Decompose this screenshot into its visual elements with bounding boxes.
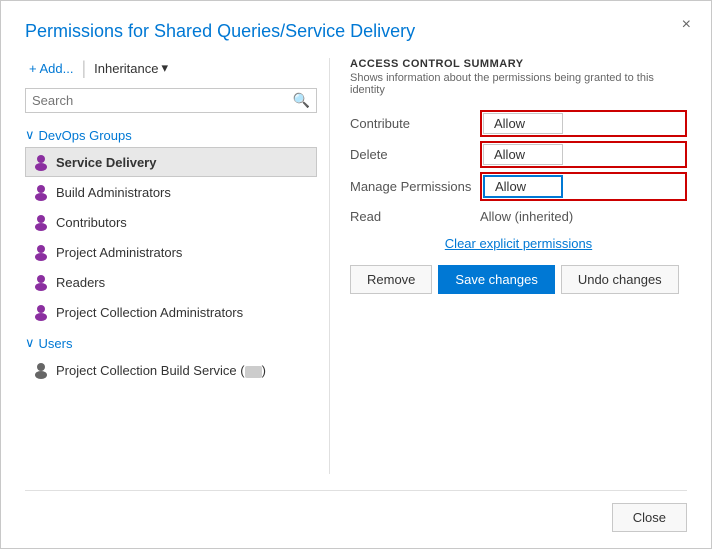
devops-groups-header[interactable]: ∨ DevOps Groups (25, 123, 317, 147)
avatar-icon (32, 243, 50, 261)
users-label: Users (39, 336, 73, 351)
perm-label-manage: Manage Permissions (350, 175, 480, 198)
dialog-footer: Close (25, 490, 687, 532)
remove-button[interactable]: Remove (350, 265, 432, 294)
avatar-icon (32, 153, 50, 171)
users-list: Project Collection Build Service (···) (25, 355, 317, 385)
save-button[interactable]: Save changes (438, 265, 554, 294)
inheritance-label: Inheritance (94, 61, 158, 76)
search-box: 🔍 (25, 88, 317, 113)
clear-permissions-button[interactable]: Clear explicit permissions (350, 236, 687, 251)
group-item-service-delivery[interactable]: Service Delivery (25, 147, 317, 177)
avatar-icon (32, 183, 50, 201)
group-item-label: Contributors (56, 215, 127, 230)
delete-allow-box[interactable]: Allow (483, 144, 563, 165)
users-header[interactable]: ∨ Users (25, 331, 317, 355)
group-item-label: Project Administrators (56, 245, 182, 260)
acs-subtitle: Shows information about the permissions … (350, 72, 687, 96)
avatar-icon (32, 303, 50, 321)
perm-label-contribute: Contribute (350, 112, 480, 135)
user-item-label: Project Collection Build Service (···) (56, 363, 266, 378)
add-button[interactable]: + Add... (25, 59, 77, 78)
devops-groups-label: DevOps Groups (39, 128, 132, 143)
search-input[interactable] (32, 93, 293, 108)
permissions-grid: Contribute Allow Delete Allow Manage Per… (350, 110, 687, 228)
group-item-label: Project Collection Administrators (56, 305, 243, 320)
groups-list: Service Delivery Build Administrators Co… (25, 147, 317, 327)
read-inherited-value: Allow (inherited) (480, 209, 687, 224)
inheritance-button[interactable]: Inheritance ▾ (90, 58, 172, 78)
users-chevron-icon: ∨ (25, 335, 35, 351)
toolbar-separator: | (81, 59, 86, 77)
perm-label-read: Read (350, 205, 480, 228)
group-item-build-administrators[interactable]: Build Administrators (25, 177, 317, 207)
inheritance-chevron-icon: ▾ (161, 60, 168, 76)
perm-label-delete: Delete (350, 143, 480, 166)
group-item-project-administrators[interactable]: Project Administrators (25, 237, 317, 267)
acs-title: ACCESS CONTROL SUMMARY (350, 58, 687, 70)
devops-chevron-icon: ∨ (25, 127, 35, 143)
left-panel: + Add... | Inheritance ▾ 🔍 ∨ DevOps Grou… (25, 58, 330, 474)
group-item-label: Service Delivery (56, 155, 156, 170)
manage-allow-box[interactable]: Allow (483, 175, 563, 198)
manage-value-container: Allow (480, 172, 687, 201)
group-item-contributors[interactable]: Contributors (25, 207, 317, 237)
avatar-icon (32, 213, 50, 231)
close-button[interactable]: Close (612, 503, 687, 532)
contribute-allow-box[interactable]: Allow (483, 113, 563, 134)
delete-value-container: Allow (480, 141, 687, 168)
dialog-title: Permissions for Shared Queries/Service D… (25, 21, 687, 42)
toolbar: + Add... | Inheritance ▾ (25, 58, 317, 78)
user-item[interactable]: Project Collection Build Service (···) (25, 355, 317, 385)
group-item-label: Readers (56, 275, 105, 290)
avatar-icon (32, 273, 50, 291)
group-item-label: Build Administrators (56, 185, 171, 200)
user-avatar-icon (32, 361, 50, 379)
right-panel: ACCESS CONTROL SUMMARY Shows information… (330, 58, 687, 474)
permissions-dialog: × Permissions for Shared Queries/Service… (0, 0, 712, 549)
content-area: + Add... | Inheritance ▾ 🔍 ∨ DevOps Grou… (25, 58, 687, 474)
group-item-project-collection-administrators[interactable]: Project Collection Administrators (25, 297, 317, 327)
undo-button[interactable]: Undo changes (561, 265, 679, 294)
actions-row: Remove Save changes Undo changes (350, 265, 687, 294)
contribute-value-container: Allow (480, 110, 687, 137)
search-icon: 🔍 (293, 92, 310, 109)
group-item-readers[interactable]: Readers (25, 267, 317, 297)
close-x-button[interactable]: × (678, 15, 695, 35)
